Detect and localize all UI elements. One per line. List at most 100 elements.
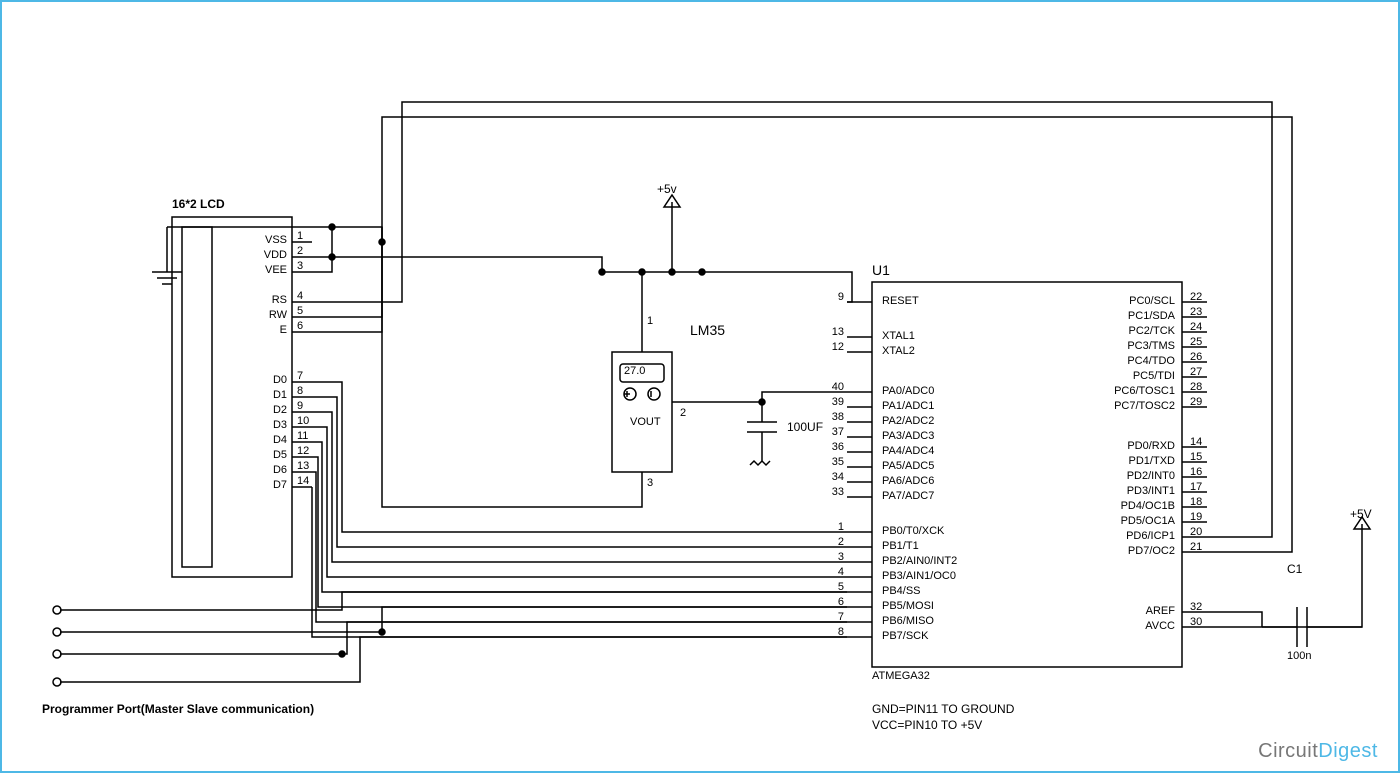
- cap2-ref: C1: [1287, 562, 1302, 576]
- mcu-right-name-PC2/TCK: PC2/TCK: [1070, 325, 1175, 337]
- mcu-left-name-PB7/SCK: PB7/SCK: [882, 630, 928, 642]
- schematic-svg: [2, 2, 1398, 771]
- cap1-value: 100UF: [787, 420, 823, 434]
- lcd-pin-name-D3: D3: [232, 419, 287, 431]
- mcu-right-num-28: 28: [1190, 381, 1202, 393]
- lcd-pin-name-D6: D6: [232, 464, 287, 476]
- mcu-left-num-6: 6: [822, 596, 844, 608]
- mcu-right-num-27: 27: [1190, 366, 1202, 378]
- mcu-left-name-PA0/ADC0: PA0/ADC0: [882, 385, 934, 397]
- cap2-supply: +5V: [1350, 507, 1372, 521]
- lcd-pin-num-11: 11: [297, 430, 308, 442]
- mcu-left-num-5: 5: [822, 581, 844, 593]
- mcu-left-name-PB5/MOSI: PB5/MOSI: [882, 600, 934, 612]
- mcu-left-num-33: 33: [822, 486, 844, 498]
- lm35-vout: VOUT: [630, 416, 661, 428]
- mcu-left-name-PB4/SS: PB4/SS: [882, 585, 921, 597]
- lcd-pin-num-4: 4: [297, 290, 303, 302]
- mcu-left-num-8: 8: [822, 626, 844, 638]
- mcu-left-name-PA3/ADC3: PA3/ADC3: [882, 430, 934, 442]
- mcu-left-name-PB3/AIN1/OC0: PB3/AIN1/OC0: [882, 570, 956, 582]
- lcd-pin-num-6: 6: [297, 320, 303, 332]
- lcd-pin-name-VDD: VDD: [232, 249, 287, 261]
- brand-watermark: CircuitDigest: [1258, 740, 1378, 763]
- mcu-left-name-PB0/T0/XCK: PB0/T0/XCK: [882, 525, 944, 537]
- mcu-right-num-22: 22: [1190, 291, 1202, 303]
- mcu-left-num-39: 39: [822, 396, 844, 408]
- lcd-pin-name-D2: D2: [232, 404, 287, 416]
- mcu-right-num-26: 26: [1190, 351, 1202, 363]
- mcu-right-num-32: 32: [1190, 601, 1202, 613]
- programmer-port-label: Programmer Port(Master Slave communicati…: [42, 702, 314, 716]
- mcu-left-name-XTAL2: XTAL2: [882, 345, 915, 357]
- lcd-pin-num-5: 5: [297, 305, 303, 317]
- mcu-right-name-AVCC: AVCC: [1070, 620, 1175, 632]
- mcu-right-name-PC7/TOSC2: PC7/TOSC2: [1070, 400, 1175, 412]
- mcu-left-num-9: 9: [822, 291, 844, 303]
- lm35-supply: +5v: [657, 182, 677, 196]
- mcu-right-num-14: 14: [1190, 436, 1202, 448]
- mcu-right-name-PD3/INT1: PD3/INT1: [1070, 485, 1175, 497]
- lm35-pin2: 2: [680, 407, 686, 419]
- mcu-left-num-13: 13: [822, 326, 844, 338]
- mcu-ref: U1: [872, 262, 890, 278]
- lcd-pin-name-D7: D7: [232, 479, 287, 491]
- mcu-right-name-PD4/OC1B: PD4/OC1B: [1070, 500, 1175, 512]
- mcu-right-num-18: 18: [1190, 496, 1202, 508]
- mcu-right-name-PD0/RXD: PD0/RXD: [1070, 440, 1175, 452]
- cap2-value: 100n: [1287, 650, 1311, 662]
- mcu-right-name-PD5/OC1A: PD5/OC1A: [1070, 515, 1175, 527]
- mcu-right-num-25: 25: [1190, 336, 1202, 348]
- mcu-left-num-3: 3: [822, 551, 844, 563]
- mcu-right-name-PD7/OC2: PD7/OC2: [1070, 545, 1175, 557]
- mcu-right-name-PC4/TDO: PC4/TDO: [1070, 355, 1175, 367]
- mcu-left-name-PA5/ADC5: PA5/ADC5: [882, 460, 934, 472]
- mcu-left-num-7: 7: [822, 611, 844, 623]
- lcd-pin-name-RW: RW: [232, 309, 287, 321]
- lcd-pin-name-D0: D0: [232, 374, 287, 386]
- mcu-right-num-24: 24: [1190, 321, 1202, 333]
- note-gnd: GND=PIN11 TO GROUND: [872, 702, 1014, 716]
- mcu-left-name-PA6/ADC6: PA6/ADC6: [882, 475, 934, 487]
- lcd-pin-num-13: 13: [297, 460, 309, 472]
- mcu-left-name-PB1/T1: PB1/T1: [882, 540, 919, 552]
- lcd-pin-name-D4: D4: [232, 434, 287, 446]
- note-vcc: VCC=PIN10 TO +5V: [872, 718, 982, 732]
- mcu-left-name-PB2/AIN0/INT2: PB2/AIN0/INT2: [882, 555, 957, 567]
- lcd-pin-num-3: 3: [297, 260, 303, 272]
- lcd-pin-name-VSS: VSS: [232, 234, 287, 246]
- mcu-right-num-17: 17: [1190, 481, 1202, 493]
- mcu-right-name-PD2/INT0: PD2/INT0: [1070, 470, 1175, 482]
- lcd-pin-name-VEE: VEE: [232, 264, 287, 276]
- mcu-left-num-35: 35: [822, 456, 844, 468]
- mcu-right-num-16: 16: [1190, 466, 1202, 478]
- mcu-right-name-PD6/ICP1: PD6/ICP1: [1070, 530, 1175, 542]
- mcu-right-num-21: 21: [1190, 541, 1202, 553]
- lcd-pin-num-14: 14: [297, 475, 309, 487]
- mcu-right-num-29: 29: [1190, 396, 1202, 408]
- mcu-left-name-PA1/ADC1: PA1/ADC1: [882, 400, 934, 412]
- lcd-pin-name-RS: RS: [232, 294, 287, 306]
- mcu-right-name-PC6/TOSC1: PC6/TOSC1: [1070, 385, 1175, 397]
- lcd-pin-name-E: E: [232, 324, 287, 336]
- mcu-right-num-19: 19: [1190, 511, 1202, 523]
- brand-b: Digest: [1318, 740, 1378, 762]
- mcu-left-num-40: 40: [822, 381, 844, 393]
- mcu-left-name-PA2/ADC2: PA2/ADC2: [882, 415, 934, 427]
- lcd-pin-num-7: 7: [297, 370, 303, 382]
- lcd-pin-name-D1: D1: [232, 389, 287, 401]
- lm35-name: LM35: [690, 322, 725, 338]
- mcu-left-name-PB6/MISO: PB6/MISO: [882, 615, 934, 627]
- mcu-left-num-34: 34: [822, 471, 844, 483]
- brand-a: Circuit: [1258, 740, 1318, 762]
- mcu-left-num-4: 4: [822, 566, 844, 578]
- mcu-left-num-38: 38: [822, 411, 844, 423]
- mcu-right-num-20: 20: [1190, 526, 1202, 538]
- mcu-left-name-PA7/ADC7: PA7/ADC7: [882, 490, 934, 502]
- mcu-right-num-30: 30: [1190, 616, 1202, 628]
- mcu-right-name-PC1/SDA: PC1/SDA: [1070, 310, 1175, 322]
- mcu-right-name-PC0/SCL: PC0/SCL: [1070, 295, 1175, 307]
- lcd-pin-num-9: 9: [297, 400, 303, 412]
- schematic-diagram: { "lcd":{ "title":"16*2 LCD", "pins":[ {…: [0, 0, 1400, 773]
- lcd-title: 16*2 LCD: [172, 197, 225, 211]
